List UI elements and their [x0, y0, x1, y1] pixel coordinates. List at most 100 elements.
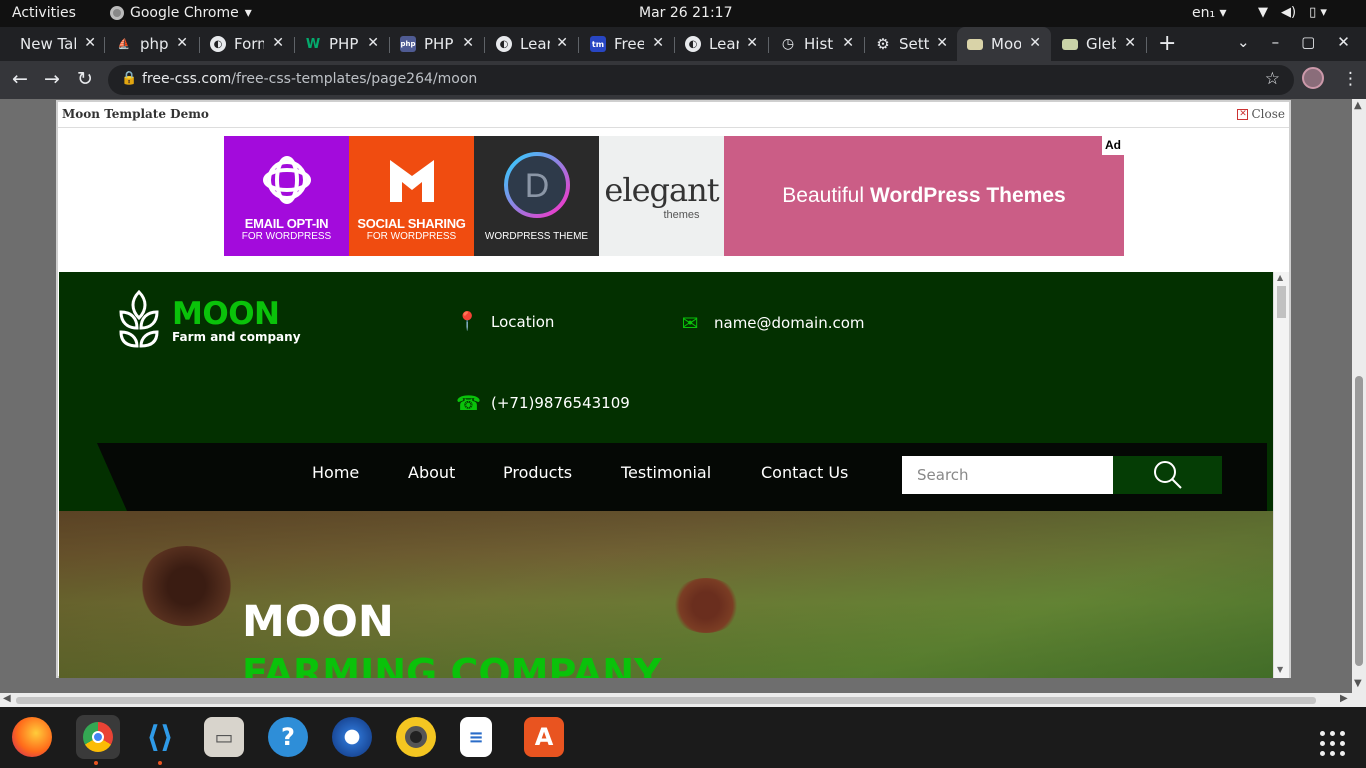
new-tab-plus-icon[interactable]: +	[1158, 31, 1176, 56]
firefox-icon[interactable]	[12, 717, 52, 757]
tab-learn-2[interactable]: ◐ Learn ✕	[685, 27, 758, 61]
tab-forms[interactable]: ◐ Forms ✕	[210, 27, 284, 61]
close-icon[interactable]: ✕	[652, 35, 664, 51]
files-icon[interactable]: ▭	[204, 717, 244, 757]
ad-tile-email-optin[interactable]: EMAIL OPT-IN FOR WORDPRESS	[224, 136, 349, 256]
page-horizontal-scrollbar[interactable]: ◀ ▶	[0, 693, 1366, 707]
scroll-thumb[interactable]	[1355, 376, 1363, 666]
tab-history[interactable]: ◷ History ✕	[780, 27, 854, 61]
profile-avatar[interactable]	[1302, 67, 1324, 89]
tab-title: phpMyAdmin	[140, 35, 168, 53]
ad-tile-divi-theme[interactable]: D WORDPRESS THEME	[474, 136, 599, 256]
tab-php-2[interactable]: php PHP ✕	[400, 27, 474, 61]
rhythmbox-icon[interactable]	[396, 717, 436, 757]
tab-title: Forms	[234, 35, 264, 53]
close-icon[interactable]: ✕	[367, 35, 379, 51]
scroll-down-arrow-icon[interactable]: ▼	[1277, 665, 1283, 674]
close-icon[interactable]: ✕	[462, 35, 474, 51]
moon-site-preview: MOON Farm and company 📍 Location ✉ name@do…	[59, 272, 1273, 678]
tab-gleb[interactable]: Gleb ✕	[1062, 27, 1136, 61]
close-icon[interactable]: ✕	[1029, 35, 1041, 51]
close-icon[interactable]: ✕	[936, 35, 948, 51]
scroll-right-arrow-icon[interactable]: ▶	[1340, 693, 1348, 704]
maximize-icon[interactable]: ▢	[1301, 33, 1315, 51]
scroll-down-arrow-icon[interactable]: ▼	[1354, 678, 1362, 689]
system-tray[interactable]: ▼ ◀) ▯ ▾	[1258, 5, 1327, 20]
ad-tile-subheading: WORDPRESS THEME	[484, 231, 589, 242]
back-arrow-icon[interactable]: ←	[12, 68, 28, 90]
nav-testimonial[interactable]: Testimonial	[621, 463, 711, 482]
tab-learn-1[interactable]: ◐ Learn ✕	[496, 27, 568, 61]
tab-settings[interactable]: ⚙ Settings ✕	[875, 27, 948, 61]
m-logo-icon	[389, 160, 434, 202]
app-store-icon[interactable]: A	[524, 717, 564, 757]
kebab-menu-icon[interactable]: ⋮	[1342, 69, 1359, 89]
divi-logo-icon: D	[503, 152, 570, 218]
tab-phpmyadmin[interactable]: ⛵ phpMyAdmin ✕	[116, 27, 188, 61]
ad-tile-social-sharing[interactable]: SOCIAL SHARING FOR WORDPRESS	[349, 136, 474, 256]
nav-products[interactable]: Products	[503, 463, 572, 482]
ad-headline[interactable]: Beautiful WordPress Themes	[724, 136, 1124, 256]
close-icon[interactable]: ✕	[842, 35, 854, 51]
hero-banner: MOON FARMING COMPANY	[59, 511, 1273, 678]
tab-free[interactable]: tm Free ✕	[590, 27, 664, 61]
scroll-up-arrow-icon[interactable]: ▲	[1354, 100, 1362, 111]
address-bar[interactable]: 🔒 free-css.com/free-css-templates/page26…	[108, 65, 1294, 95]
close-icon[interactable]: ✕	[746, 35, 758, 51]
activities-button[interactable]: Activities	[12, 5, 76, 21]
demo-close-button[interactable]: ✕ Close	[1237, 107, 1285, 121]
close-icon[interactable]: ✕	[1124, 35, 1136, 51]
minimize-icon[interactable]: –	[1272, 33, 1280, 51]
site-search-button[interactable]	[1113, 456, 1222, 494]
tm-icon: tm	[590, 36, 606, 52]
tab-search-icon[interactable]: ⌄	[1237, 33, 1250, 51]
contact-location[interactable]: 📍 Location	[456, 311, 554, 332]
input-language[interactable]: en₁ ▾	[1192, 5, 1227, 21]
ad-headline-plain: Beautiful	[782, 184, 865, 207]
help-icon[interactable]: ?	[268, 717, 308, 757]
close-icon[interactable]: ✕	[176, 35, 188, 51]
tab-divider	[578, 37, 579, 53]
close-window-icon[interactable]: ✕	[1337, 33, 1350, 51]
ad-tile-heading: EMAIL OPT-IN	[244, 216, 329, 231]
svg-text:D: D	[524, 167, 549, 205]
ad-banner[interactable]: EMAIL OPT-IN FOR WORDPRESS SOCIAL SHARIN…	[224, 136, 1124, 256]
tab-divider	[864, 37, 865, 53]
tab-php-1[interactable]: W PHP ✕	[305, 27, 379, 61]
lock-icon[interactable]: 🔒	[121, 71, 137, 86]
nav-home[interactable]: Home	[312, 463, 359, 482]
preview-scrollbar[interactable]: ▲ ▼	[1273, 272, 1289, 678]
scroll-thumb[interactable]	[16, 697, 1316, 704]
chrome-icon[interactable]	[76, 715, 120, 759]
scroll-thumb[interactable]	[1277, 286, 1286, 318]
app-menu[interactable]: Google Chrome ▾	[110, 5, 252, 21]
clock[interactable]: Mar 26 21:17	[639, 5, 732, 21]
envelope-icon: ✉	[681, 311, 699, 335]
close-icon[interactable]: ✕	[84, 35, 96, 51]
page-vertical-scrollbar[interactable]: ▲ ▼	[1352, 99, 1366, 693]
contact-phone[interactable]: ☎ (+71)9876543109	[456, 391, 630, 415]
reload-icon[interactable]: ↻	[77, 68, 93, 90]
tab-moon[interactable]: Moon ✕	[957, 27, 1051, 61]
scroll-up-arrow-icon[interactable]: ▲	[1277, 273, 1283, 282]
map-pin-icon: 📍	[456, 311, 479, 332]
contact-email[interactable]: ✉ name@domain.com	[679, 311, 865, 335]
close-icon[interactable]: ✕	[556, 35, 568, 51]
tab-new-tab[interactable]: New Tab ✕	[20, 27, 96, 61]
ad-tile-elegant-themes[interactable]: elegant themes	[599, 136, 724, 256]
writer-icon[interactable]: ≡	[460, 717, 492, 757]
nav-about[interactable]: About	[408, 463, 455, 482]
vscode-icon[interactable]: ⟨⟩	[140, 717, 180, 757]
site-brand[interactable]: MOON	[172, 296, 280, 332]
bookmark-star-icon[interactable]: ☆	[1265, 69, 1280, 89]
forward-arrow-icon[interactable]: →	[44, 68, 60, 90]
nav-contact-us[interactable]: Contact Us	[761, 463, 848, 482]
ad-label[interactable]: Ad	[1102, 136, 1124, 155]
demo-title: Moon Template Demo	[62, 107, 209, 121]
scroll-left-arrow-icon[interactable]: ◀	[3, 693, 11, 704]
close-icon[interactable]: ✕	[272, 35, 284, 51]
thunderbird-icon[interactable]	[332, 717, 372, 757]
site-search-input[interactable]	[902, 456, 1113, 494]
tab-divider	[104, 37, 105, 53]
show-applications-grid-icon[interactable]	[1320, 731, 1345, 756]
